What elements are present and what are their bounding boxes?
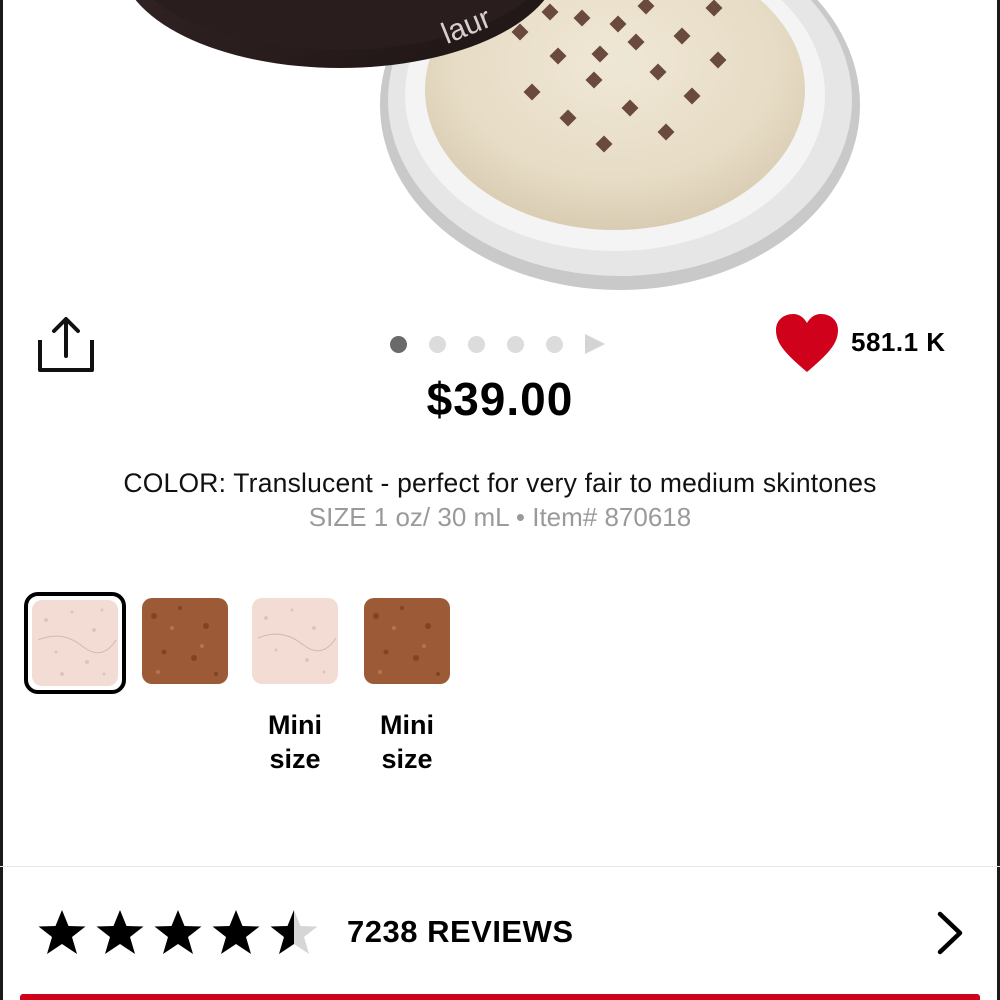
star-full-icon [38, 910, 86, 954]
swatch-translucent-mini[interactable] [252, 598, 338, 684]
image-carousel-indicator [390, 333, 605, 355]
star-full-icon [154, 910, 202, 954]
carousel-dot-5[interactable] [546, 335, 563, 353]
swatch-translucent[interactable] [32, 600, 118, 686]
carousel-dot-2[interactable] [429, 335, 446, 353]
size-item-label: SIZE 1 oz/ 30 mL • Item# 870618 [308, 502, 692, 532]
selected-color-label: COLOR: Translucent - perfect for very fa… [123, 468, 877, 498]
swatch-texture-dark [142, 598, 228, 684]
swatch-medium-deep-mini[interactable] [364, 598, 450, 684]
love-button[interactable] [774, 312, 840, 374]
product-image[interactable]: laur [0, 0, 1000, 300]
star-full-icon [96, 910, 144, 954]
loves-count: 581.1 K [851, 327, 946, 357]
swatch-texture-light [252, 598, 338, 684]
carousel-dot-3[interactable] [468, 335, 485, 353]
reviews-chevron-button[interactable] [930, 908, 970, 958]
product-price: $39.00 [426, 373, 574, 425]
swatch-texture-dark [364, 598, 450, 684]
swatch-caption-mini: Mini size [380, 710, 434, 774]
heart-icon [776, 314, 838, 372]
share-button[interactable] [30, 312, 100, 378]
video-play-icon[interactable] [585, 334, 605, 354]
swatch-texture-light [32, 600, 118, 686]
reviews-link[interactable]: 7238 REVIEWS [347, 914, 574, 950]
add-to-basket-bar-edge[interactable] [20, 994, 980, 1000]
carousel-dot-1[interactable] [390, 335, 407, 353]
share-icon [38, 317, 94, 372]
chevron-right-icon [937, 911, 963, 955]
star-rating [36, 905, 326, 961]
swatch-caption-mini: Mini size [268, 710, 322, 774]
carousel-dot-4[interactable] [507, 335, 524, 353]
star-half-icon [270, 910, 318, 954]
powder-jar-illustration: laur [135, 0, 860, 290]
swatch-medium-deep[interactable] [142, 598, 228, 684]
star-full-icon [212, 910, 260, 954]
section-divider [0, 866, 1000, 867]
